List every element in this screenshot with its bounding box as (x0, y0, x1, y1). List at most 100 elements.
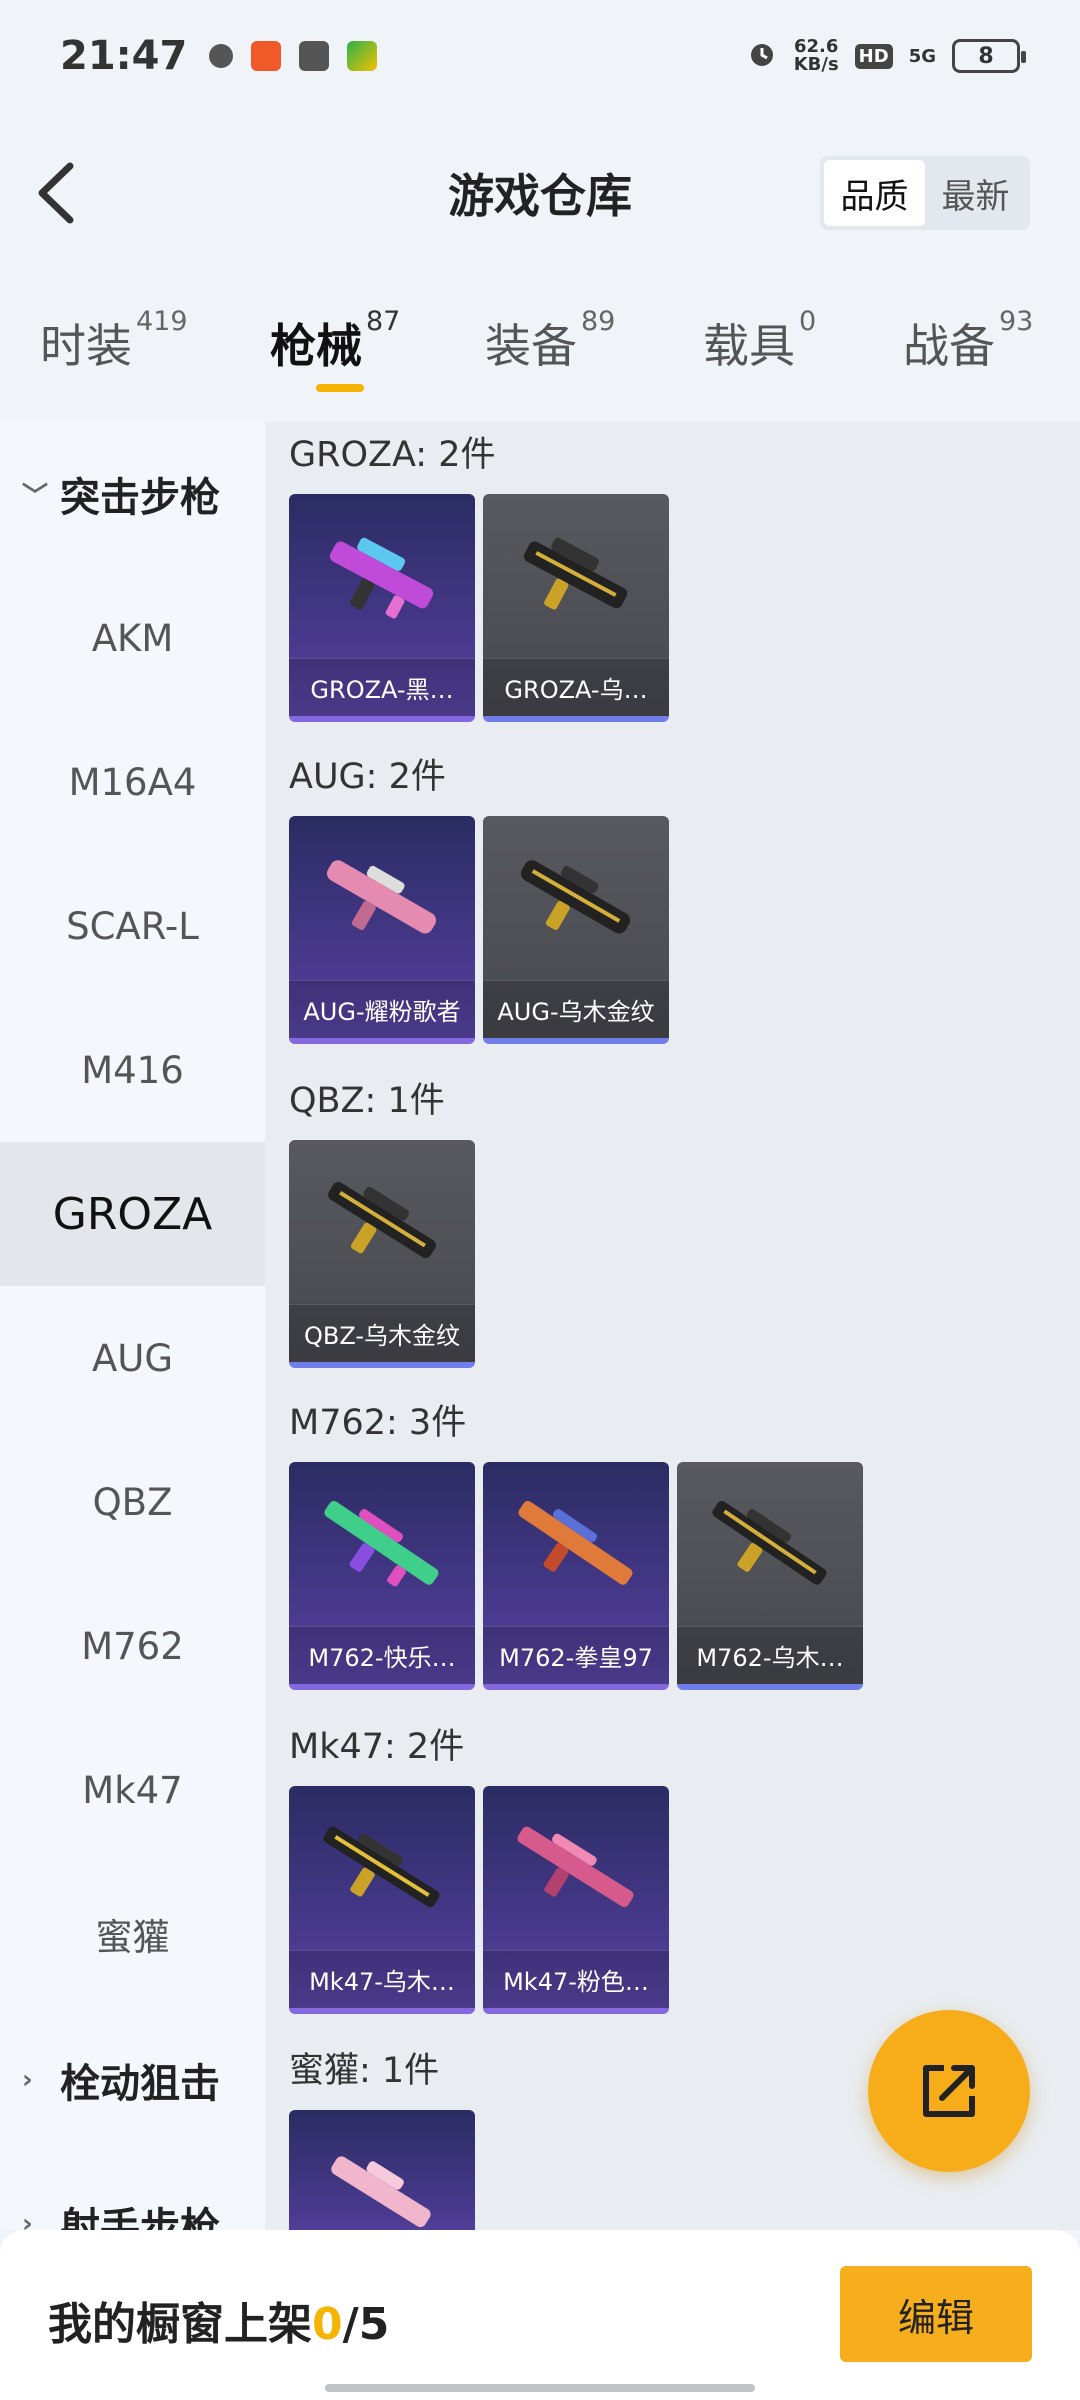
category-tabs: 时装 419 枪械 87 装备 89 载具 0 战备 93 (0, 300, 1080, 410)
gun-icon (328, 1181, 436, 1259)
chevron-right-icon: › (22, 2065, 33, 2095)
weapon-sidebar: ﹀ 突击步枪 AKM M16A4 SCAR-L M416 GROZA AUG QB… (0, 422, 265, 2230)
gun-icon (523, 537, 628, 610)
tab-label: 装备 (485, 319, 577, 373)
sidebar-item-scar-l[interactable]: SCAR-L (0, 854, 265, 998)
gun-icon (329, 537, 434, 619)
bottom-bar: 我的橱窗上架0/5 编辑 (0, 2230, 1080, 2400)
app-gray-icon (299, 41, 330, 71)
skin-name: AUG-乌木金纹 (483, 980, 669, 1038)
chevron-left-icon (38, 162, 74, 224)
chevron-down-icon: ﹀ (22, 481, 49, 512)
skin-card[interactable]: GROZA-乌… (483, 494, 669, 722)
tab-count: 93 (999, 306, 1034, 337)
sidebar-item-qbz[interactable]: QBZ (0, 1430, 265, 1574)
tab-count: 87 (366, 306, 401, 337)
skin-card[interactable]: AUG-耀粉歌者 (289, 816, 475, 1044)
sidebar-group-label: 栓动狙击 (60, 2061, 220, 2107)
skin-name: Mk47-乌木… (289, 1950, 475, 2008)
section-title-groza: GROZA: 2件 (289, 435, 496, 475)
gun-icon (323, 1826, 440, 1908)
weapon-skin-list: GROZA: 2件 GROZA-黑… GROZA-乌… AUG: 2件 AUG-… (265, 422, 1080, 2230)
sidebar-item-groza[interactable]: GROZA (0, 1142, 265, 1286)
sidebar-item-m762[interactable]: M762 (0, 1574, 265, 1718)
skin-card[interactable]: QBZ-乌木金纹 (289, 1140, 475, 1368)
section-title-mk47: Mk47: 2件 (289, 1727, 465, 1767)
tab-fashion[interactable]: 时装 419 (40, 306, 188, 376)
skin-name: M762-乌木… (677, 1626, 863, 1684)
sidebar-group-marksman[interactable]: › 射手步枪 (0, 2174, 265, 2230)
sidebar-item-akm[interactable]: AKM (0, 566, 265, 710)
sidebar-item-m16a4[interactable]: M16A4 (0, 710, 265, 854)
chevron-right-icon: › (22, 2209, 33, 2230)
section-title-honey-badger: 蜜獾: 1件 (289, 2051, 440, 2091)
gun-icon (712, 1500, 827, 1585)
notification-icons (209, 41, 378, 71)
sidebar-item-honey-badger[interactable]: 蜜獾 (0, 1862, 265, 2006)
sidebar-item-aug[interactable]: AUG (0, 1286, 265, 1430)
net-speed-unit: KB/s (793, 54, 839, 75)
skin-card[interactable]: M762-快乐… (289, 1462, 475, 1690)
skin-name: Mk47-粉色… (483, 1950, 669, 2008)
sidebar-group-bolt-action[interactable]: › 栓动狙击 (0, 2030, 265, 2130)
sort-newest-button[interactable]: 最新 (925, 160, 1026, 226)
section-title-qbz: QBZ: 1件 (289, 1081, 445, 1121)
tab-count: 419 (136, 306, 188, 337)
share-button[interactable] (868, 2010, 1030, 2172)
skin-card[interactable]: Mk47-粉色… (483, 1786, 669, 2014)
app-game-icon (347, 41, 378, 71)
tab-equipment[interactable]: 装备 89 (485, 306, 615, 376)
sidebar-group-label: 射手步枪 (60, 2205, 220, 2230)
skin-card[interactable] (289, 2110, 475, 2230)
status-bar: 21:47 62.6 KB/s HD 5G 8 (0, 0, 1080, 112)
skin-card[interactable]: Mk47-乌木… (289, 1786, 475, 2014)
tab-label: 时装 (40, 319, 132, 373)
battery-level: 8 (978, 43, 994, 69)
showcase-status: 我的橱窗上架0/5 (48, 2288, 389, 2352)
skin-name: M762-拳皇97 (483, 1626, 669, 1684)
sort-quality-button[interactable]: 品质 (824, 160, 925, 226)
status-time: 21:47 (60, 33, 188, 79)
gun-icon (518, 1500, 633, 1585)
globe-icon (209, 44, 234, 68)
skin-name: GROZA-乌… (483, 658, 669, 716)
back-button[interactable] (30, 158, 90, 228)
tab-firearms[interactable]: 枪械 87 (270, 306, 400, 376)
showcase-label: 我的橱窗上架 (48, 2299, 312, 2350)
skin-name: GROZA-黑… (289, 658, 475, 716)
tab-label: 战备 (903, 319, 995, 373)
sidebar-item-mk47[interactable]: Mk47 (0, 1718, 265, 1862)
skin-name: QBZ-乌木金纹 (289, 1304, 475, 1362)
network-speed: 62.6 KB/s (794, 38, 839, 74)
edit-button[interactable]: 编辑 (840, 2266, 1032, 2362)
tab-count: 0 (799, 306, 817, 337)
tab-combat-gear[interactable]: 战备 93 (903, 306, 1033, 376)
sidebar-item-m416[interactable]: M416 (0, 998, 265, 1142)
showcase-total: /5 (342, 2299, 390, 2350)
gun-icon (517, 1826, 634, 1908)
sort-toggle: 品质 最新 (820, 156, 1030, 230)
section-title-aug: AUG: 2件 (289, 757, 446, 797)
sidebar-group-assault-rifles[interactable]: ﹀ 突击步枪 (0, 444, 265, 544)
alarm-icon (746, 38, 778, 74)
gun-icon (326, 860, 437, 934)
skin-card[interactable]: M762-拳皇97 (483, 1462, 669, 1690)
tab-label: 枪械 (270, 319, 362, 373)
skin-name: M762-快乐… (289, 1626, 475, 1684)
battery-icon: 8 (952, 39, 1026, 73)
hd-icon: HD (854, 43, 893, 69)
skin-card[interactable]: GROZA-黑… (289, 494, 475, 722)
header: 游戏仓库 品质 最新 (0, 128, 1080, 258)
gun-icon (324, 1500, 439, 1587)
external-link-icon (923, 2065, 975, 2117)
showcase-count: 0 (312, 2299, 343, 2350)
tab-active-indicator (316, 384, 364, 392)
tab-vehicles[interactable]: 载具 0 (703, 306, 816, 376)
section-title-m762: M762: 3件 (289, 1403, 467, 1443)
skin-card[interactable]: AUG-乌木金纹 (483, 816, 669, 1044)
home-indicator[interactable] (325, 2384, 755, 2392)
app-orange-icon (251, 41, 282, 71)
signal-icon: 5G (908, 45, 936, 67)
sidebar-group-label: 突击步枪 (60, 475, 220, 521)
skin-card[interactable]: M762-乌木… (677, 1462, 863, 1690)
